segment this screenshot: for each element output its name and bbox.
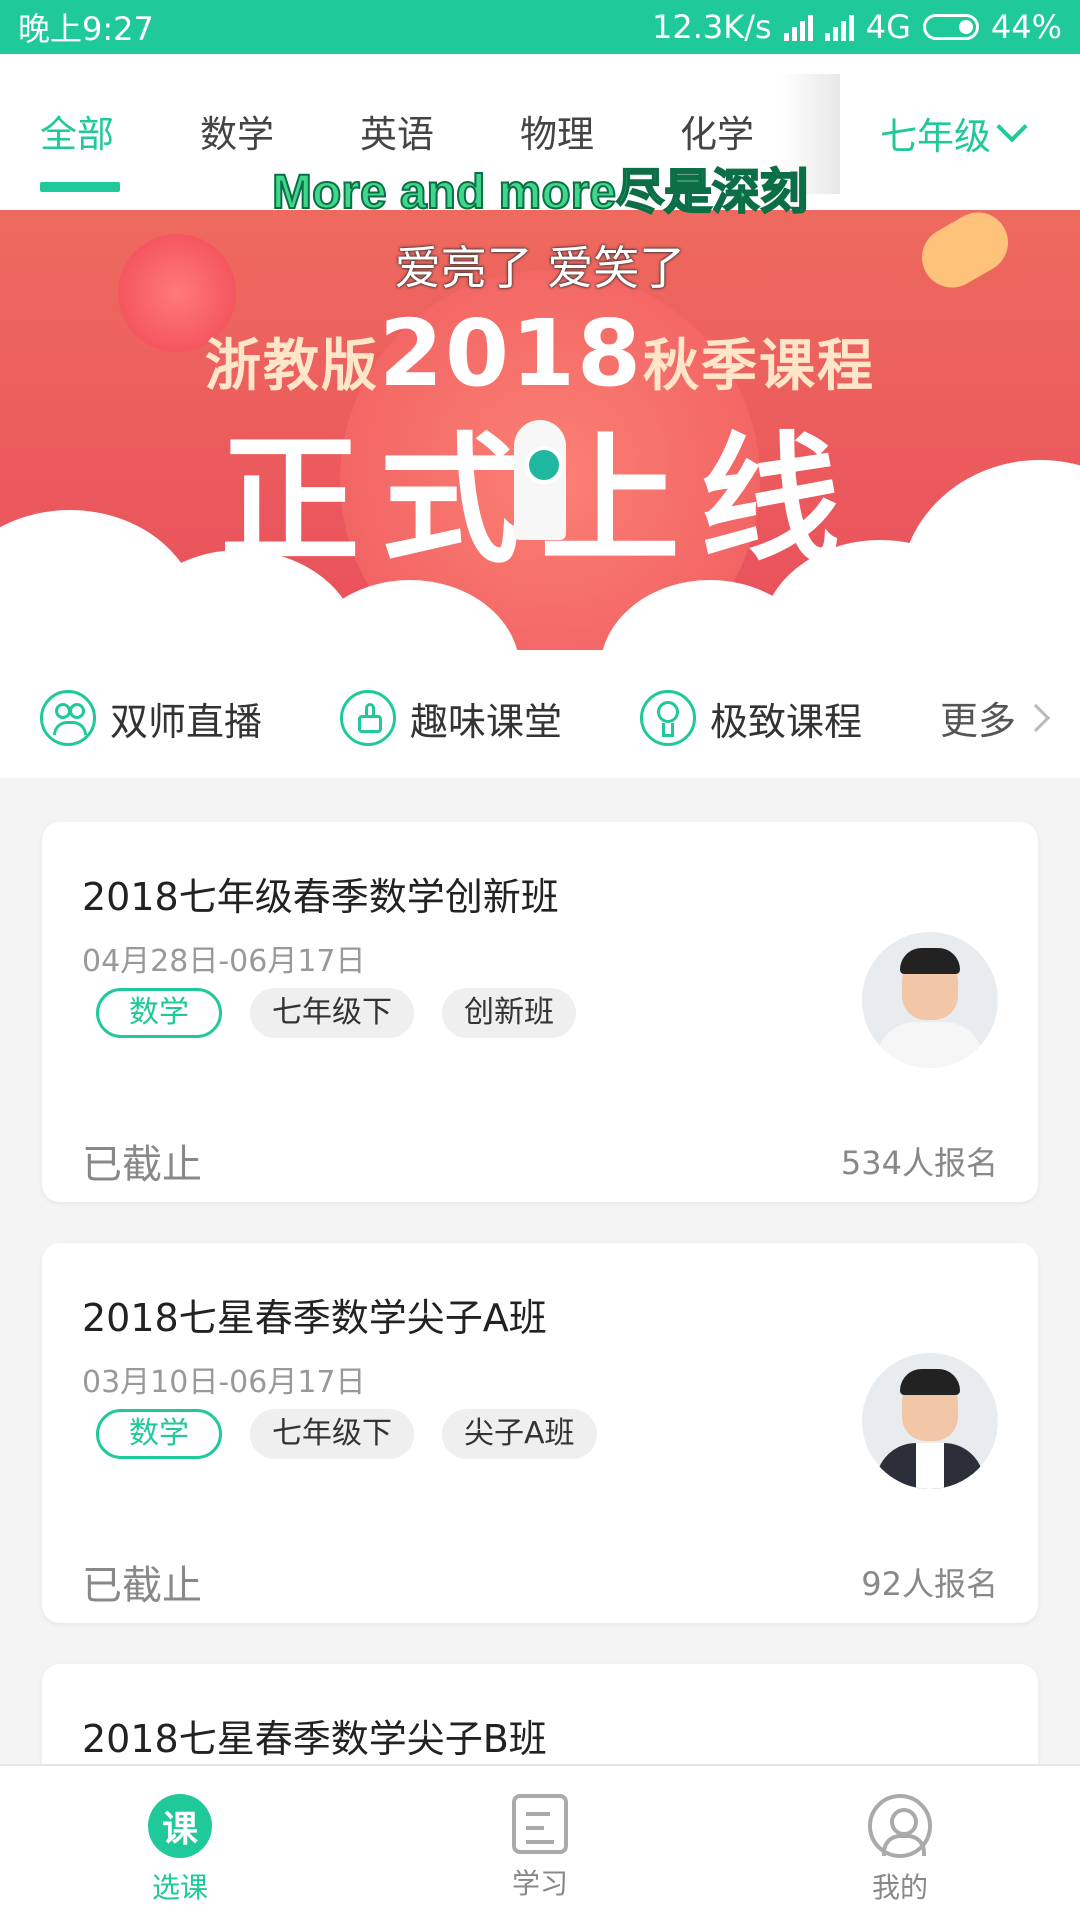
video-caption-line-1: More and more尽是深刻: [271, 165, 809, 220]
teacher-avatar: [862, 932, 998, 1068]
tag-class-type: 尖子A班: [442, 1409, 597, 1459]
nav-label: 选课: [151, 1871, 208, 1904]
status-time: 晚上9:27: [18, 10, 154, 48]
tag-grade: 七年级下: [250, 988, 414, 1038]
thumbs-up-icon: [340, 690, 396, 746]
course-card[interactable]: 2018七星春季数学尖子A班 03月10日-06月17日 数学 七年级下 尖子A…: [42, 1243, 1038, 1623]
battery-icon: [922, 14, 979, 40]
tag-subject: 数学: [96, 988, 222, 1038]
nav-profile[interactable]: 我的: [720, 1766, 1080, 1920]
course-status: 已截止: [82, 1563, 202, 1609]
tag-grade: 七年级下: [250, 1409, 414, 1459]
signal-icon-2: [824, 13, 854, 41]
network-speed: 12.3K/s: [652, 8, 772, 46]
network-type: 4G: [865, 8, 911, 46]
tag-class-type: 创新班: [442, 988, 576, 1038]
chevron-down-icon: [996, 111, 1028, 143]
nav-label: 学习: [511, 1867, 568, 1900]
teacher-avatar: [862, 1353, 998, 1489]
category-premium-course[interactable]: 极致课程: [640, 690, 862, 746]
rocket-icon: [514, 420, 566, 540]
category-more[interactable]: 更多: [940, 690, 1051, 745]
course-date: 04月28日-06月17日: [82, 944, 366, 979]
enroll-count: 92人报名: [861, 1565, 998, 1603]
course-status: 已截止: [82, 1142, 202, 1188]
nav-course-select[interactable]: 课 选课: [0, 1766, 360, 1920]
course-date: 03月10日-06月17日: [82, 1365, 366, 1400]
status-indicators: 12.3K/s 4G 44%: [652, 8, 1062, 46]
category-label: 极致课程: [710, 699, 863, 744]
tag-subject: 数学: [96, 1409, 222, 1459]
course-card[interactable]: 2018七年级春季数学创新班 04月28日-06月17日 数学 七年级下 创新班…: [42, 822, 1038, 1202]
bottom-navigation: 课 选课 学习 我的: [0, 1764, 1080, 1920]
course-tags: 数学 七年级下 尖子A班: [96, 1409, 597, 1459]
video-caption-line-2: 爱亮了 爱笑了: [394, 241, 686, 295]
status-bar: 晚上9:27 12.3K/s 4G 44%: [0, 0, 1080, 54]
signal-icon: [783, 13, 813, 41]
category-label: 更多: [940, 699, 1017, 743]
course-tags: 数学 七年级下 创新班: [96, 988, 576, 1038]
nav-label: 我的: [871, 1871, 928, 1904]
course-title: 2018七年级春季数学创新班: [82, 875, 559, 919]
category-label: 趣味课堂: [410, 699, 563, 744]
category-label: 双师直播: [110, 699, 263, 744]
user-icon: [868, 1794, 932, 1858]
notebook-icon: [512, 1794, 568, 1854]
enroll-count: 534人报名: [840, 1144, 998, 1182]
chevron-right-icon: [1021, 703, 1051, 732]
nav-study[interactable]: 学习: [360, 1766, 720, 1920]
category-dual-teacher-live[interactable]: 双师直播: [40, 690, 262, 746]
battery-level: 44%: [990, 8, 1062, 46]
people-icon: [40, 690, 96, 746]
category-shortcuts: 双师直播 趣味课堂 极致课程 更多: [0, 650, 1080, 778]
category-fun-class[interactable]: 趣味课堂: [340, 690, 562, 746]
medal-icon: [640, 690, 696, 746]
course-title: 2018七星春季数学尖子A班: [82, 1296, 547, 1340]
course-title: 2018七星春季数学尖子B班: [82, 1717, 547, 1761]
course-icon: 课: [148, 1794, 212, 1858]
